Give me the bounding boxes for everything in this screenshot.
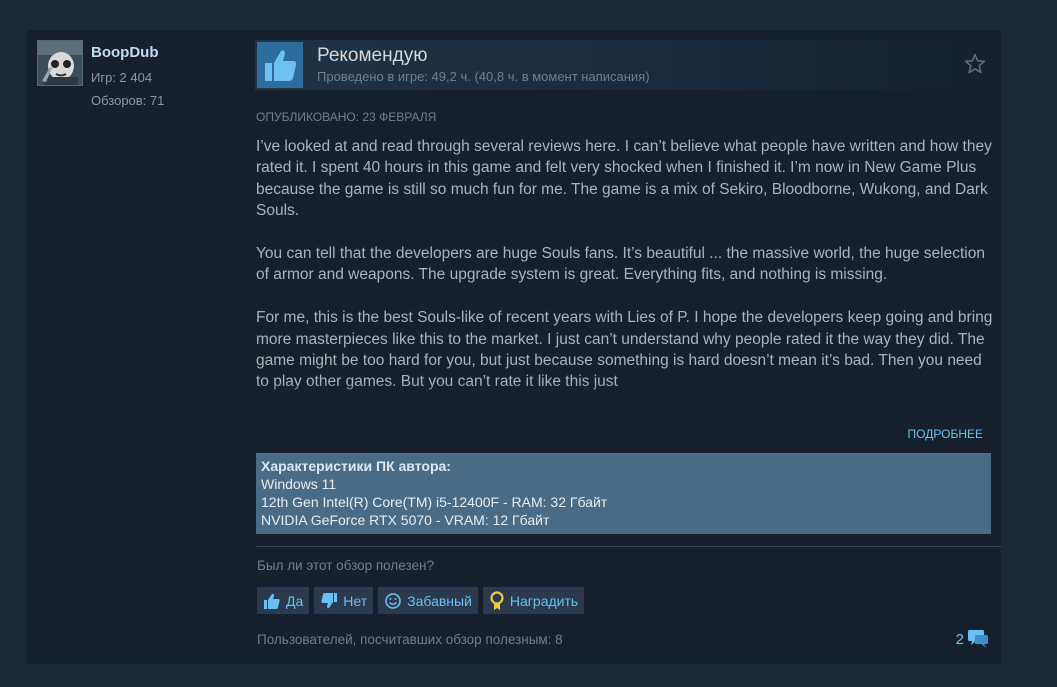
specs-cpu: 12th Gen Intel(R) Core(TM) i5-12400F - R…	[261, 494, 608, 510]
specs-title: Характеристики ПК автора:	[261, 458, 451, 474]
comments-count: 2	[955, 630, 964, 648]
vote-no-label: Нет	[343, 592, 368, 609]
helpful-question: Был ли этот обзор полезен?	[257, 558, 434, 573]
review-paragraph: I’ve looked at and read through several …	[256, 138, 992, 220]
vote-funny-label: Забавный	[407, 592, 472, 609]
review-verdict[interactable]: Рекомендую	[317, 45, 427, 67]
award-label: Наградить	[509, 592, 579, 609]
posted-date: Опубликовано: 23 февраля	[256, 110, 437, 124]
read-more-link[interactable]: Подробнее	[908, 427, 983, 441]
comments-link[interactable]: 2	[956, 629, 989, 649]
thumbs-down-icon	[321, 592, 338, 608]
review-paragraph: You can tell that the developers are hug…	[256, 245, 985, 284]
author-reviews-count[interactable]: Обзоров: 71	[91, 93, 164, 108]
vote-no-button[interactable]: Нет	[314, 587, 374, 614]
vote-yes-label: Да	[286, 592, 304, 609]
recommended-badge[interactable]	[257, 42, 303, 88]
divider	[256, 546, 1001, 547]
playtime-info: Проведено в игре: 49,2 ч. (40,8 ч. в мом…	[317, 69, 650, 84]
review-content: I’ve looked at and read through several …	[256, 136, 996, 408]
content-fade	[256, 382, 996, 410]
specs-os: Windows 11	[261, 476, 337, 492]
comment-bubble-icon	[968, 630, 988, 648]
author-games-count[interactable]: Игр: 2 404	[91, 70, 152, 85]
vote-funny-button[interactable]: Забавный	[378, 587, 478, 614]
thumbs-up-icon	[264, 593, 280, 609]
author-name[interactable]: BoopDub	[91, 44, 158, 61]
award-medal-icon	[490, 590, 504, 610]
star-outline-icon[interactable]	[963, 52, 987, 76]
thumbs-up-icon	[265, 50, 297, 81]
review-paragraph: For me, this is the best Souls-like of r…	[256, 309, 993, 390]
vote-buttons: Да Нет Забавный Наградить	[257, 587, 585, 614]
award-button[interactable]: Наградить	[482, 587, 585, 614]
author-pc-specs: Характеристики ПК автора: Windows 11 12t…	[256, 453, 991, 534]
author-avatar[interactable]	[37, 40, 83, 86]
specs-gpu: NVIDIA GeForce RTX 5070 - VRAM: 12 Гбайт	[261, 512, 550, 528]
helpful-count: Пользователей, посчитавших обзор полезны…	[257, 632, 563, 647]
vote-yes-button[interactable]: Да	[257, 587, 310, 614]
review-card: BoopDub Игр: 2 404 Обзоров: 71 Рекоменду…	[27, 30, 1001, 664]
review-header: Рекомендую Проведено в игре: 49,2 ч. (40…	[255, 40, 993, 90]
smiley-icon	[385, 592, 401, 609]
